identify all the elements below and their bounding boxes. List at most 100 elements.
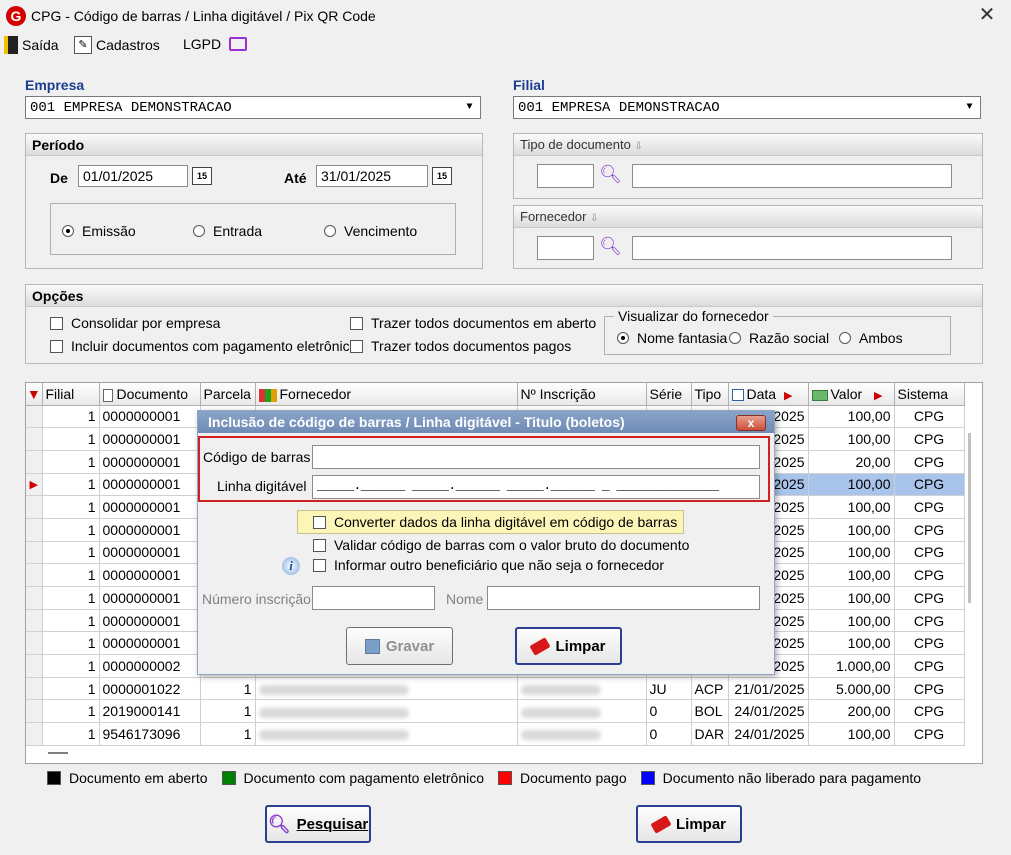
- checkbox[interactable]: [50, 339, 63, 353]
- tipo-documento-desc-input[interactable]: [632, 164, 952, 188]
- legend-label: Documento em aberto: [69, 770, 208, 786]
- check-pagos[interactable]: Trazer todos documentos pagos: [350, 338, 571, 354]
- check-outro-beneficiario[interactable]: Informar outro beneficiário que não seja…: [313, 557, 664, 573]
- cell-sistema: CPG: [894, 541, 965, 565]
- checkbox[interactable]: [313, 538, 326, 552]
- column-header[interactable]: Sistema: [894, 383, 965, 406]
- horizontal-scroll-thumb[interactable]: [48, 752, 68, 754]
- check-consolidar[interactable]: Consolidar por empresa: [50, 315, 220, 331]
- empresa-select[interactable]: 001 EMPRESA DEMONSTRACAO ▼: [25, 96, 481, 119]
- column-header[interactable]: Nº Inscrição: [517, 383, 647, 406]
- column-header[interactable]: Documento: [99, 383, 201, 406]
- search-icon[interactable]: 🔍︎: [599, 236, 622, 257]
- row-marker: [26, 495, 43, 519]
- table-row[interactable]: 1 0000001022 1 JU ACP 21/01/2025 5.000,00 CPG: [26, 677, 965, 701]
- cell-sistema: CPG: [894, 427, 965, 451]
- nome-input[interactable]: [487, 586, 760, 610]
- linha-digitavel-input[interactable]: _____.______ _____.______ _____.______ _…: [312, 475, 760, 499]
- cell-sistema: CPG: [894, 699, 965, 724]
- notepad-pencil-icon: ✎: [74, 36, 92, 54]
- redacted-text: [258, 707, 409, 718]
- cell-redacted: [517, 699, 647, 724]
- radio-ambos[interactable]: Ambos: [839, 330, 903, 346]
- redacted-text: [520, 730, 601, 741]
- column-header[interactable]: Valor ▶: [808, 383, 895, 406]
- radio-emissao[interactable]: Emissão: [62, 223, 136, 239]
- column-header[interactable]: Fornecedor: [255, 383, 518, 406]
- limpar-label: Limpar: [675, 815, 726, 833]
- table-row[interactable]: 1 2019000141 1 0 BOL 24/01/2025 200,00 CPG: [26, 699, 965, 724]
- column-header[interactable]: Série: [646, 383, 692, 406]
- radio-button[interactable]: [729, 332, 741, 344]
- sort-down-icon[interactable]: ▼: [26, 383, 43, 406]
- table-row[interactable]: 1 9546173096 1 0 DAR 24/01/2025 100,00 CPG: [26, 722, 965, 746]
- radio-button[interactable]: [839, 332, 851, 344]
- dialog-limpar-button[interactable]: Limpar: [515, 627, 622, 665]
- checkbox[interactable]: [350, 316, 363, 330]
- fornecedor-desc-input[interactable]: [632, 236, 952, 260]
- ate-date-input[interactable]: 31/01/2025: [316, 165, 428, 187]
- radio-entrada[interactable]: Entrada: [193, 223, 262, 239]
- tipo-documento-code-input[interactable]: [537, 164, 594, 188]
- redacted-text: [520, 707, 601, 718]
- cell-valor: 100,00: [808, 473, 895, 497]
- check-converter[interactable]: Converter dados da linha digitável em có…: [297, 510, 684, 534]
- dialog-close-button[interactable]: x: [736, 415, 766, 431]
- column-header[interactable]: Parcela: [200, 383, 256, 406]
- chevron-down-icon[interactable]: ▼: [461, 99, 478, 116]
- codigo-barras-input[interactable]: [312, 445, 760, 469]
- de-date-input[interactable]: 01/01/2025: [78, 165, 188, 187]
- eraser-icon: [650, 814, 672, 834]
- check-validar[interactable]: Validar código de barras com o valor bru…: [313, 537, 689, 553]
- periodo-header: Período: [26, 134, 482, 156]
- checkbox[interactable]: [50, 316, 63, 330]
- calendar-icon[interactable]: 15: [192, 167, 212, 185]
- search-icon[interactable]: 🔍︎: [599, 164, 622, 185]
- cell-parcela: 1: [200, 677, 256, 701]
- radio-nome-fantasia[interactable]: Nome fantasia: [617, 330, 727, 346]
- close-window-button[interactable]: ✕: [975, 4, 999, 28]
- row-marker: [26, 722, 43, 746]
- column-header[interactable]: Tipo: [691, 383, 729, 406]
- checkbox[interactable]: [313, 515, 326, 529]
- radio-button[interactable]: [62, 225, 74, 237]
- row-marker: [26, 450, 43, 474]
- cell-data: 21/01/2025: [728, 677, 809, 701]
- gravar-button[interactable]: Gravar: [346, 627, 453, 665]
- fornecedor-code-input[interactable]: [537, 236, 594, 260]
- cell-documento: 0000001022: [99, 677, 201, 701]
- row-marker: [26, 586, 43, 610]
- check-incluir-eletronico[interactable]: Incluir documentos com pagamento eletrôn…: [50, 338, 357, 354]
- calendar-icon[interactable]: 15: [432, 167, 452, 185]
- cell-sistema: CPG: [894, 405, 965, 429]
- numero-inscricao-input[interactable]: [312, 586, 435, 610]
- radio-razao-social[interactable]: Razão social: [729, 330, 829, 346]
- chevron-down-icon[interactable]: ▼: [961, 99, 978, 116]
- checkbox[interactable]: [350, 339, 363, 353]
- menu-lgpd[interactable]: LGPD: [183, 36, 248, 52]
- legend-swatch-pago: [498, 771, 512, 785]
- column-header[interactable]: Data ▶: [728, 383, 809, 406]
- colored-bars-icon: [258, 388, 277, 402]
- cell-filial: 1: [42, 541, 100, 565]
- radio-button[interactable]: [324, 225, 336, 237]
- menu-cadastros[interactable]: ✎ Cadastros: [74, 36, 160, 54]
- radio-button[interactable]: [193, 225, 205, 237]
- vertical-scrollbar[interactable]: [968, 433, 971, 603]
- limpar-button[interactable]: Limpar: [636, 805, 742, 843]
- cell-valor: 100,00: [808, 586, 895, 610]
- pesquisar-button[interactable]: 🔍︎ Pesquisar: [265, 805, 371, 843]
- radio-button[interactable]: [617, 332, 629, 344]
- cell-serie: JU: [646, 677, 692, 701]
- cell-documento: 0000000001: [99, 473, 201, 497]
- checkbox[interactable]: [313, 558, 326, 572]
- exit-door-icon: [4, 36, 18, 54]
- barcode-dialog: Inclusão de código de barras / Linha dig…: [197, 410, 775, 675]
- column-header[interactable]: Filial: [42, 383, 100, 406]
- check-em-aberto[interactable]: Trazer todos documentos em aberto: [350, 315, 596, 331]
- radio-vencimento[interactable]: Vencimento: [324, 223, 417, 239]
- cell-valor: 100,00: [808, 609, 895, 633]
- filial-label: Filial: [513, 77, 545, 93]
- menu-saida[interactable]: Saída: [4, 36, 59, 54]
- filial-select[interactable]: 001 EMPRESA DEMONSTRACAO ▼: [513, 96, 981, 119]
